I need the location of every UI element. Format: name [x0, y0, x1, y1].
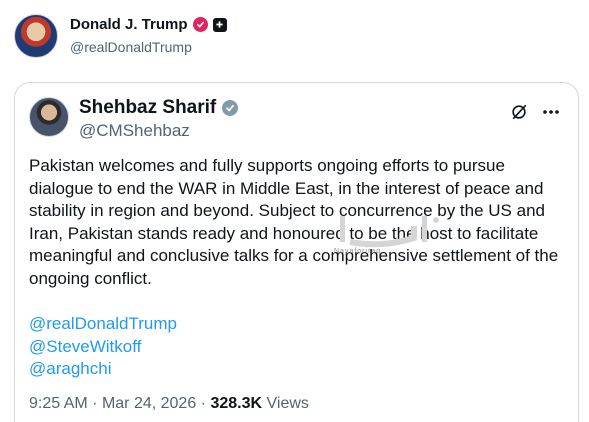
quoted-author-name[interactable]: Shehbaz Sharif	[79, 97, 216, 119]
mention-list: @realDonaldTrump @SteveWitkoff @araghchi	[29, 313, 177, 381]
avatar[interactable]	[14, 14, 58, 58]
more-options-icon[interactable]	[542, 109, 560, 115]
grok-icon[interactable]	[510, 103, 528, 121]
quoted-author-handle[interactable]: @CMShehbaz	[79, 121, 238, 141]
avatar[interactable]	[29, 97, 69, 137]
quoted-post-card[interactable]: Shehbaz Sharif @CMShehbaz Pakistan welco…	[14, 82, 579, 422]
affiliation-badge-icon	[212, 17, 227, 32]
mention-link[interactable]: @realDonaldTrump	[29, 313, 177, 336]
author-handle[interactable]: @realDonaldTrump	[70, 39, 227, 55]
quoted-post-header: Shehbaz Sharif @CMShehbaz	[29, 97, 239, 141]
verified-badge-icon	[192, 17, 208, 32]
mention-link[interactable]: @araghchi	[29, 358, 177, 381]
post-body-text: Pakistan welcomes and fully supports ong…	[29, 156, 559, 288]
post-date[interactable]: Mar 24, 2026	[102, 395, 196, 412]
views-label: Views	[266, 395, 309, 412]
mention-link[interactable]: @SteveWitkoff	[29, 336, 177, 359]
post-metadata: 9:25 AM · Mar 24, 2026 · 328.3K Views	[29, 395, 309, 412]
author-name[interactable]: Donald J. Trump	[70, 16, 188, 33]
outer-post-header: Donald J. Trump @realDonaldTrump	[14, 14, 227, 58]
views-count: 328.3K	[210, 395, 263, 412]
watermark-logo: Nayaforiraq	[322, 212, 452, 255]
watermark-text: Nayaforiraq	[334, 248, 382, 255]
post-time[interactable]: 9:25 AM	[29, 395, 88, 412]
verified-badge-icon	[222, 100, 239, 116]
